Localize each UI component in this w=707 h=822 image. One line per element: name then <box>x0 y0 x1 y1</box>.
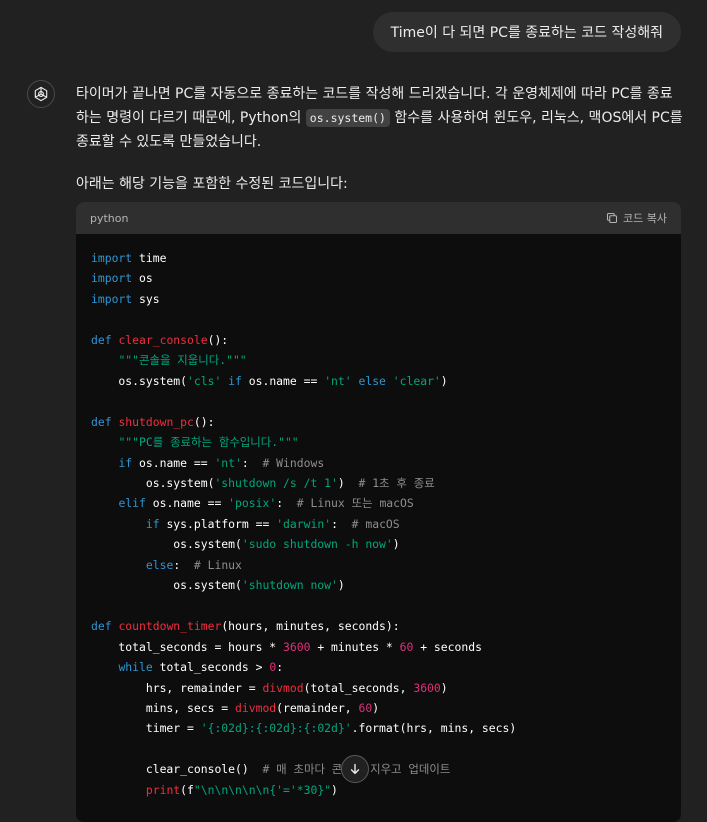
assistant-lead-in: 아래는 해당 기능을 포함한 수정된 코드입니다: <box>76 176 348 192</box>
copy-icon <box>606 212 618 224</box>
assistant-message: 타이머가 끝나면 PC를 자동으로 종료하는 코드를 작성해 드리겠습니다. 각… <box>76 82 684 196</box>
inline-code: os.system() <box>305 109 390 127</box>
scroll-to-bottom-button[interactable] <box>341 755 369 783</box>
code-block-header: python 코드 복사 <box>76 202 681 234</box>
openai-logo-icon <box>34 86 48 102</box>
code-content: import time import os import sys def cle… <box>91 251 517 797</box>
copy-code-label: 코드 복사 <box>623 212 667 225</box>
code-language-label: python <box>90 211 129 225</box>
assistant-intro-paragraph: 타이머가 끝나면 PC를 자동으로 종료하는 코드를 작성해 드리겠습니다. 각… <box>76 82 684 154</box>
code-block: python 코드 복사 import time import os impor… <box>76 202 681 822</box>
arrow-down-icon <box>350 763 360 775</box>
user-message-bubble: Time이 다 되면 PC를 종료하는 코드 작성해줘 <box>372 12 681 52</box>
assistant-avatar <box>27 80 55 108</box>
user-message-text: Time이 다 되면 PC를 종료하는 코드 작성해줘 <box>390 25 663 41</box>
copy-code-button[interactable]: 코드 복사 <box>606 210 667 226</box>
